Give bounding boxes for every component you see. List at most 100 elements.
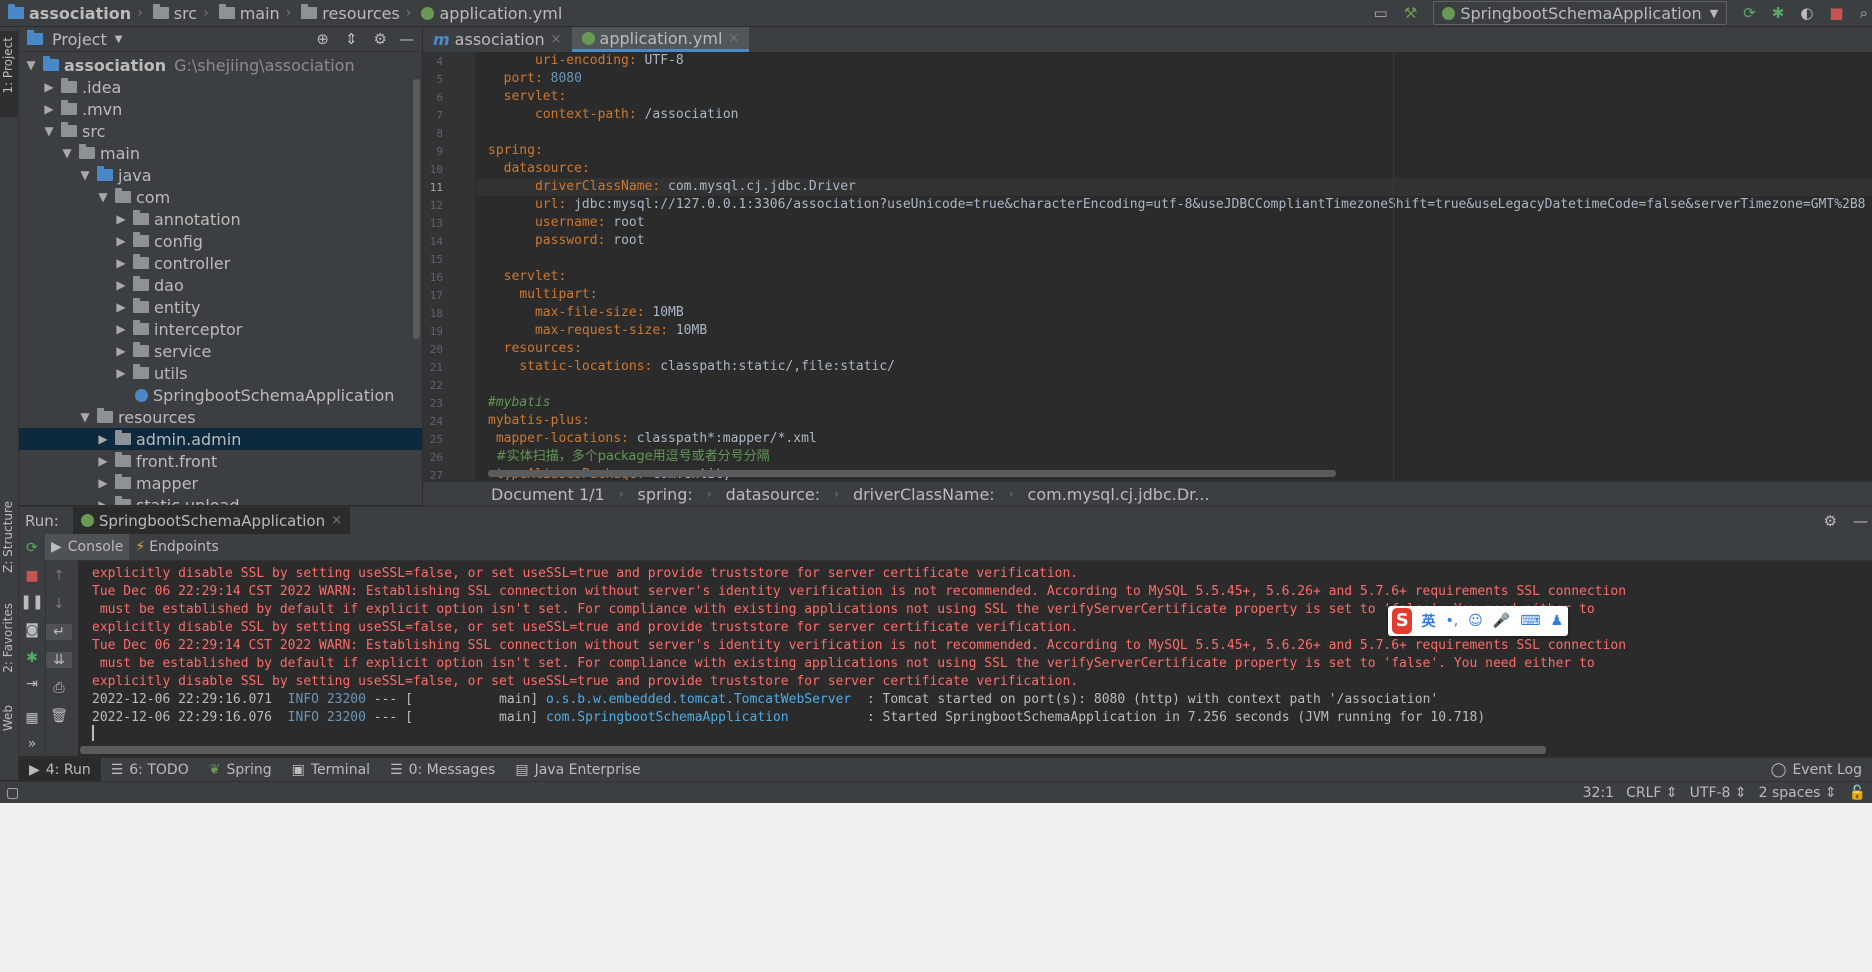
collapsed-arrow-icon[interactable]: ▶ — [113, 322, 129, 336]
tree-item-front[interactable]: ▶ front.front — [19, 450, 422, 472]
collapsed-arrow-icon[interactable]: ▶ — [113, 212, 129, 226]
layout-icon[interactable]: ▦ — [19, 710, 45, 726]
down-arrow-icon[interactable]: ↓ — [46, 596, 72, 612]
tree-item-interceptor[interactable]: ▶ interceptor — [19, 318, 422, 340]
console-output[interactable]: explicitly disable SSL by setting useSSL… — [80, 562, 1872, 748]
collapsed-arrow-icon[interactable]: ▶ — [113, 344, 129, 358]
more-icon[interactable]: » — [19, 736, 45, 752]
print-icon[interactable]: ⎙ — [46, 680, 72, 696]
collapsed-arrow-icon[interactable]: ▶ — [113, 300, 129, 314]
collapsed-arrow-icon[interactable]: ▶ — [113, 278, 129, 292]
breadcrumb-document[interactable]: Document 1/1 — [491, 485, 605, 504]
tool-event-log[interactable]: ◯ Event Log — [1761, 758, 1872, 782]
ime-toolbar[interactable]: S 英 •, ☺ 🎤 ⌨ ♟ — [1388, 606, 1568, 636]
collapsed-arrow-icon[interactable]: ▶ — [41, 102, 57, 116]
scroll-to-end-icon[interactable]: ⇊ — [46, 652, 72, 668]
stop-icon[interactable]: ■ — [19, 568, 45, 584]
trash-icon[interactable]: 🗑 — [46, 708, 72, 724]
emoji-icon[interactable]: ☺ — [1468, 613, 1483, 629]
breadcrumb-project[interactable]: association — [8, 4, 131, 23]
favorites-tool-button[interactable]: 2: Favorites — [1, 603, 15, 673]
stop-icon[interactable]: ■ — [1829, 4, 1843, 22]
tool-terminal[interactable]: ▣ Terminal — [282, 758, 380, 782]
tree-item-static-upload[interactable]: ▶ static.upload — [19, 494, 422, 505]
chevron-down-icon[interactable]: ▼ — [115, 34, 123, 45]
collapsed-arrow-icon[interactable]: ▶ — [95, 498, 111, 505]
breadcrumb-file[interactable]: application.yml — [421, 4, 562, 23]
tree-root[interactable]: ▼ association G:\shejiing\association — [19, 54, 422, 76]
code-editor[interactable]: uri-encoding: UTF-8 port: 8080 servlet: … — [476, 52, 1872, 480]
tool-run[interactable]: ▶ 4: Run — [19, 758, 101, 782]
collapsed-arrow-icon[interactable]: ▶ — [113, 256, 129, 270]
collapsed-arrow-icon[interactable]: ▶ — [113, 366, 129, 380]
tree-item-annotation[interactable]: ▶ annotation — [19, 208, 422, 230]
tree-item-idea[interactable]: ▶ .idea — [19, 76, 422, 98]
project-tool-button[interactable]: 1: Project — [1, 37, 15, 94]
tree-item-com[interactable]: ▼ com — [19, 186, 422, 208]
breadcrumb-spring[interactable]: spring: — [638, 485, 693, 504]
editor-horizontal-scrollbar[interactable] — [488, 470, 1336, 477]
breadcrumb-resources[interactable]: resources — [301, 4, 400, 23]
project-scrollbar[interactable] — [413, 79, 420, 339]
logger-link[interactable]: o.s.b.w.embedded.tomcat.TomcatWebServer — [546, 692, 859, 707]
debug-icon[interactable]: ✱ — [19, 650, 45, 666]
collapsed-arrow-icon[interactable]: ▶ — [95, 432, 111, 446]
tree-item-src[interactable]: ▼ src — [19, 120, 422, 142]
tree-item-config[interactable]: ▶ config — [19, 230, 422, 252]
camera-icon[interactable]: ◙ — [19, 622, 45, 638]
tree-item-service[interactable]: ▶ service — [19, 340, 422, 362]
tab-application-yml[interactable]: application.yml × — [571, 27, 750, 52]
project-panel-title[interactable]: Project — [52, 30, 107, 49]
collapsed-arrow-icon[interactable]: ▶ — [41, 80, 57, 94]
caret-position[interactable]: 32:1 — [1583, 785, 1614, 801]
collapsed-arrow-icon[interactable]: ▶ — [95, 476, 111, 490]
build-hammer-icon[interactable]: ⚒ — [1404, 4, 1417, 22]
tool-java-enterprise[interactable]: ▤ Java Enterprise — [505, 758, 650, 782]
search-icon[interactable]: ⌕ — [1860, 4, 1868, 22]
keyboard-icon[interactable]: ⌨ — [1520, 613, 1540, 629]
soft-wrap-icon[interactable]: ↵ — [46, 624, 72, 640]
line-separator-select[interactable]: CRLF ⇕ — [1626, 785, 1678, 801]
hide-icon[interactable]: — — [1853, 512, 1868, 530]
sogou-logo-icon[interactable]: S — [1392, 608, 1413, 634]
breadcrumb-driver-class[interactable]: driverClassName: — [853, 485, 995, 504]
expand-arrow-icon[interactable]: ▼ — [23, 58, 39, 72]
debug-icon[interactable]: ✱ — [1772, 4, 1785, 22]
breadcrumb-driver-value[interactable]: com.mysql.cj.jdbc.Dr... — [1028, 485, 1210, 504]
tree-item-controller[interactable]: ▶ controller — [19, 252, 422, 274]
exit-icon[interactable]: ⇥ — [19, 676, 45, 692]
structure-tool-button[interactable]: Z: Structure — [1, 501, 15, 573]
expand-arrow-icon[interactable]: ▼ — [77, 410, 93, 424]
tab-association[interactable]: m association × — [423, 27, 572, 52]
up-arrow-icon[interactable]: ↑ — [46, 568, 72, 584]
rerun-icon[interactable]: ⟳ — [1743, 4, 1756, 22]
rerun-icon[interactable]: ⟳ — [19, 540, 45, 556]
breadcrumb-main[interactable]: main — [218, 4, 280, 23]
coverage-icon[interactable]: ◐ — [1800, 4, 1813, 22]
console-horizontal-scrollbar[interactable] — [80, 746, 1546, 754]
tool-messages[interactable]: ☰ 0: Messages — [380, 758, 505, 782]
expand-arrow-icon[interactable]: ▼ — [41, 124, 57, 138]
ime-language-toggle[interactable]: 英 — [1421, 611, 1435, 631]
expand-arrow-icon[interactable]: ▼ — [95, 190, 111, 204]
tab-console[interactable]: ▶ Console — [45, 534, 130, 560]
tree-item-admin[interactable]: ▶ admin.admin — [19, 428, 422, 450]
gear-icon[interactable]: ⚙ — [374, 30, 387, 48]
expand-arrow-icon[interactable]: ▼ — [59, 146, 75, 160]
tool-spring[interactable]: ❦ Spring — [199, 758, 282, 782]
gear-icon[interactable]: ⚙ — [1824, 512, 1837, 530]
window-icon[interactable]: ▭ — [1374, 4, 1388, 22]
run-configuration-select[interactable]: SpringbootSchemaApplication ▼ — [1433, 1, 1728, 25]
encoding-select[interactable]: UTF-8 ⇕ — [1690, 785, 1747, 801]
tree-item-dao[interactable]: ▶ dao — [19, 274, 422, 296]
hide-icon[interactable]: — — [399, 30, 414, 48]
collapse-all-icon[interactable]: ⇕ — [345, 30, 358, 48]
collapsed-arrow-icon[interactable]: ▶ — [113, 234, 129, 248]
breadcrumb-src[interactable]: src — [152, 4, 197, 23]
close-icon[interactable]: × — [728, 31, 739, 46]
tool-todo[interactable]: ☰ 6: TODO — [101, 758, 199, 782]
layout-toggle-icon[interactable]: ▢ — [6, 785, 19, 801]
close-icon[interactable]: × — [331, 513, 342, 528]
tab-endpoints[interactable]: ⚡ Endpoints — [129, 534, 224, 560]
breadcrumb-datasource[interactable]: datasource: — [726, 485, 821, 504]
